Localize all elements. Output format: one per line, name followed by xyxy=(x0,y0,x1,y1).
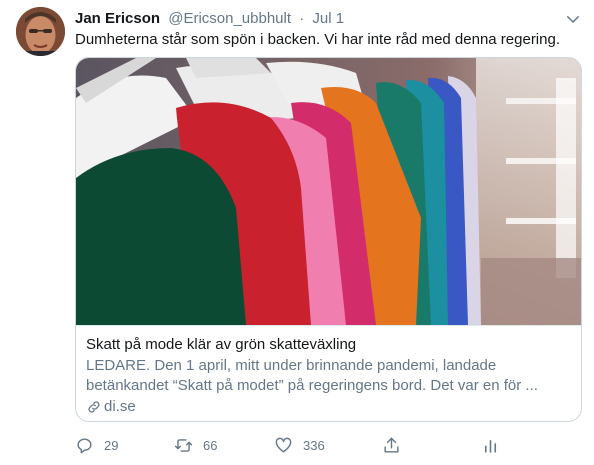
reply-count: 29 xyxy=(104,437,119,453)
link-icon xyxy=(88,401,100,413)
card-description: LEDARE. Den 1 april, mitt under brinnand… xyxy=(86,357,538,394)
retweet-count: 66 xyxy=(203,437,218,453)
tweet-text: Dumheterna står som spön i backen. Vi ha… xyxy=(75,31,560,48)
share-icon xyxy=(384,437,399,453)
card-body: Skatt på mode klär av grön skatteväxling… xyxy=(76,325,581,421)
card-domain: di.se xyxy=(86,397,571,417)
author-name[interactable]: Jan Ericson xyxy=(75,10,160,27)
card-title: Skatt på mode klär av grön skatteväxling xyxy=(86,336,357,353)
tweet-time[interactable]: Jul 1 xyxy=(312,10,344,27)
card-image xyxy=(76,58,581,325)
reply-icon xyxy=(77,437,92,453)
link-card[interactable]: Skatt på mode klär av grön skatteväxling… xyxy=(75,57,582,422)
chevron-down-icon[interactable] xyxy=(564,10,582,28)
like-icon xyxy=(275,437,292,453)
card-domain-text: di.se xyxy=(104,398,136,415)
author-handle[interactable]: @Ericson_ubbhult xyxy=(168,10,291,27)
analytics-icon xyxy=(484,439,497,453)
retweet-button[interactable]: 66 xyxy=(174,433,217,457)
user-avatar-icon xyxy=(16,7,65,56)
like-count: 336 xyxy=(303,437,325,453)
tweet-header: Jan Ericson @Ericson_ubbhult · Jul 1 xyxy=(75,9,582,29)
separator-dot: · xyxy=(299,10,305,27)
author-avatar[interactable] xyxy=(16,7,65,56)
reply-button[interactable]: 29 xyxy=(75,433,118,457)
tweet-actions: 29 66 336 xyxy=(75,433,575,457)
retweet-icon xyxy=(174,438,193,452)
share-button[interactable] xyxy=(382,433,401,457)
like-button[interactable]: 336 xyxy=(274,433,325,457)
tweet[interactable]: Jan Ericson @Ericson_ubbhult · Jul 1 Dum… xyxy=(0,0,594,465)
analytics-button[interactable] xyxy=(481,433,500,457)
